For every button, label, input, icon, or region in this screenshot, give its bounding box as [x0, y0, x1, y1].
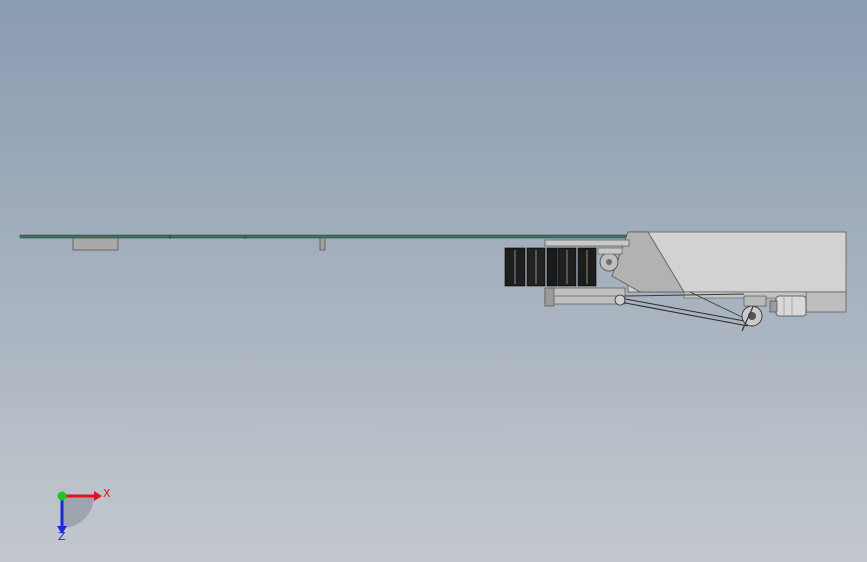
x-axis-head [94, 491, 102, 501]
z-axis-label: Z [58, 530, 66, 543]
support-post[interactable] [319, 237, 326, 251]
frame-top-rail[interactable] [544, 239, 630, 247]
mounting-block[interactable] [72, 237, 119, 251]
triad-shadow [62, 496, 94, 528]
base-frame[interactable] [805, 291, 847, 313]
y-axis-dot [57, 491, 67, 501]
motor-flange[interactable] [769, 300, 778, 313]
motor-body[interactable] [775, 295, 807, 317]
frame-left-post[interactable] [544, 287, 555, 307]
idler-pulley-hub [606, 259, 612, 265]
pulley-mount[interactable] [743, 295, 767, 307]
drive-belt [619, 297, 751, 323]
drive-belt [619, 301, 749, 327]
cad-model-view[interactable] [0, 0, 867, 562]
coil-block[interactable] [546, 247, 558, 287]
belt-pulley-small[interactable] [614, 294, 626, 306]
x-axis-label: X [103, 487, 111, 500]
graphics-viewport[interactable]: X Z [0, 0, 867, 562]
pulley-bracket[interactable] [597, 247, 623, 255]
coil-array[interactable] [504, 247, 597, 287]
